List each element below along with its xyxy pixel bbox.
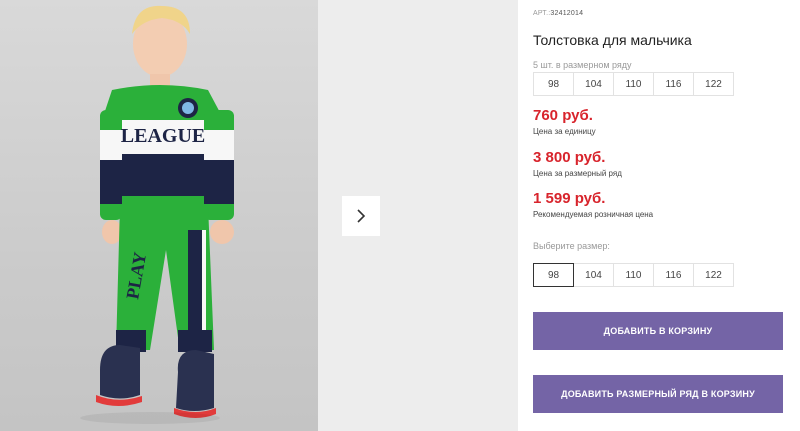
- article-value: 32412014: [550, 10, 584, 17]
- size-option-110[interactable]: 110: [613, 263, 654, 287]
- article-number: АРТ.:32412014: [533, 10, 583, 17]
- size-row-cell: 122: [693, 72, 734, 96]
- unit-price-label: Цена за единицу: [533, 127, 596, 136]
- size-option-104[interactable]: 104: [573, 263, 614, 287]
- add-to-cart-button[interactable]: ДОБАВИТЬ В КОРЗИНУ: [533, 312, 783, 350]
- size-row-info: 98 104 110 116 122: [533, 72, 734, 96]
- size-option-98[interactable]: 98: [533, 263, 574, 287]
- row-price-label: Цена за размерный ряд: [533, 169, 622, 178]
- chevron-right-icon: [357, 209, 366, 223]
- size-option-122[interactable]: 122: [693, 263, 734, 287]
- row-price: 3 800 руб.: [533, 149, 606, 166]
- size-row-cell: 104: [573, 72, 614, 96]
- product-photo[interactable]: LEAGUE PLAY: [0, 0, 318, 431]
- size-option-116[interactable]: 116: [653, 263, 694, 287]
- retail-price-label: Рекомендуемая розничная цена: [533, 210, 654, 219]
- size-row-cell: 116: [653, 72, 694, 96]
- size-row-cell: 110: [613, 72, 654, 96]
- choose-size-label: Выберите размер:: [533, 241, 610, 251]
- size-row-note: 5 шт. в размерном ряду: [533, 60, 632, 70]
- unit-price: 760 руб.: [533, 107, 593, 124]
- size-selector: 98 104 110 116 122: [533, 263, 734, 287]
- article-label: АРТ.:: [533, 10, 551, 17]
- retail-price: 1 599 руб.: [533, 190, 606, 207]
- next-image-button[interactable]: [342, 196, 380, 236]
- add-size-row-to-cart-button[interactable]: ДОБАВИТЬ РАЗМЕРНЫЙ РЯД В КОРЗИНУ: [533, 375, 783, 413]
- size-row-cell: 98: [533, 72, 574, 96]
- product-title: Толстовка для мальчика: [533, 32, 692, 48]
- boy-illustration: LEAGUE PLAY: [80, 5, 234, 424]
- product-info: АРТ.:32412014 Толстовка для мальчика 5 ш…: [533, 0, 793, 431]
- svg-text:LEAGUE: LEAGUE: [121, 125, 205, 147]
